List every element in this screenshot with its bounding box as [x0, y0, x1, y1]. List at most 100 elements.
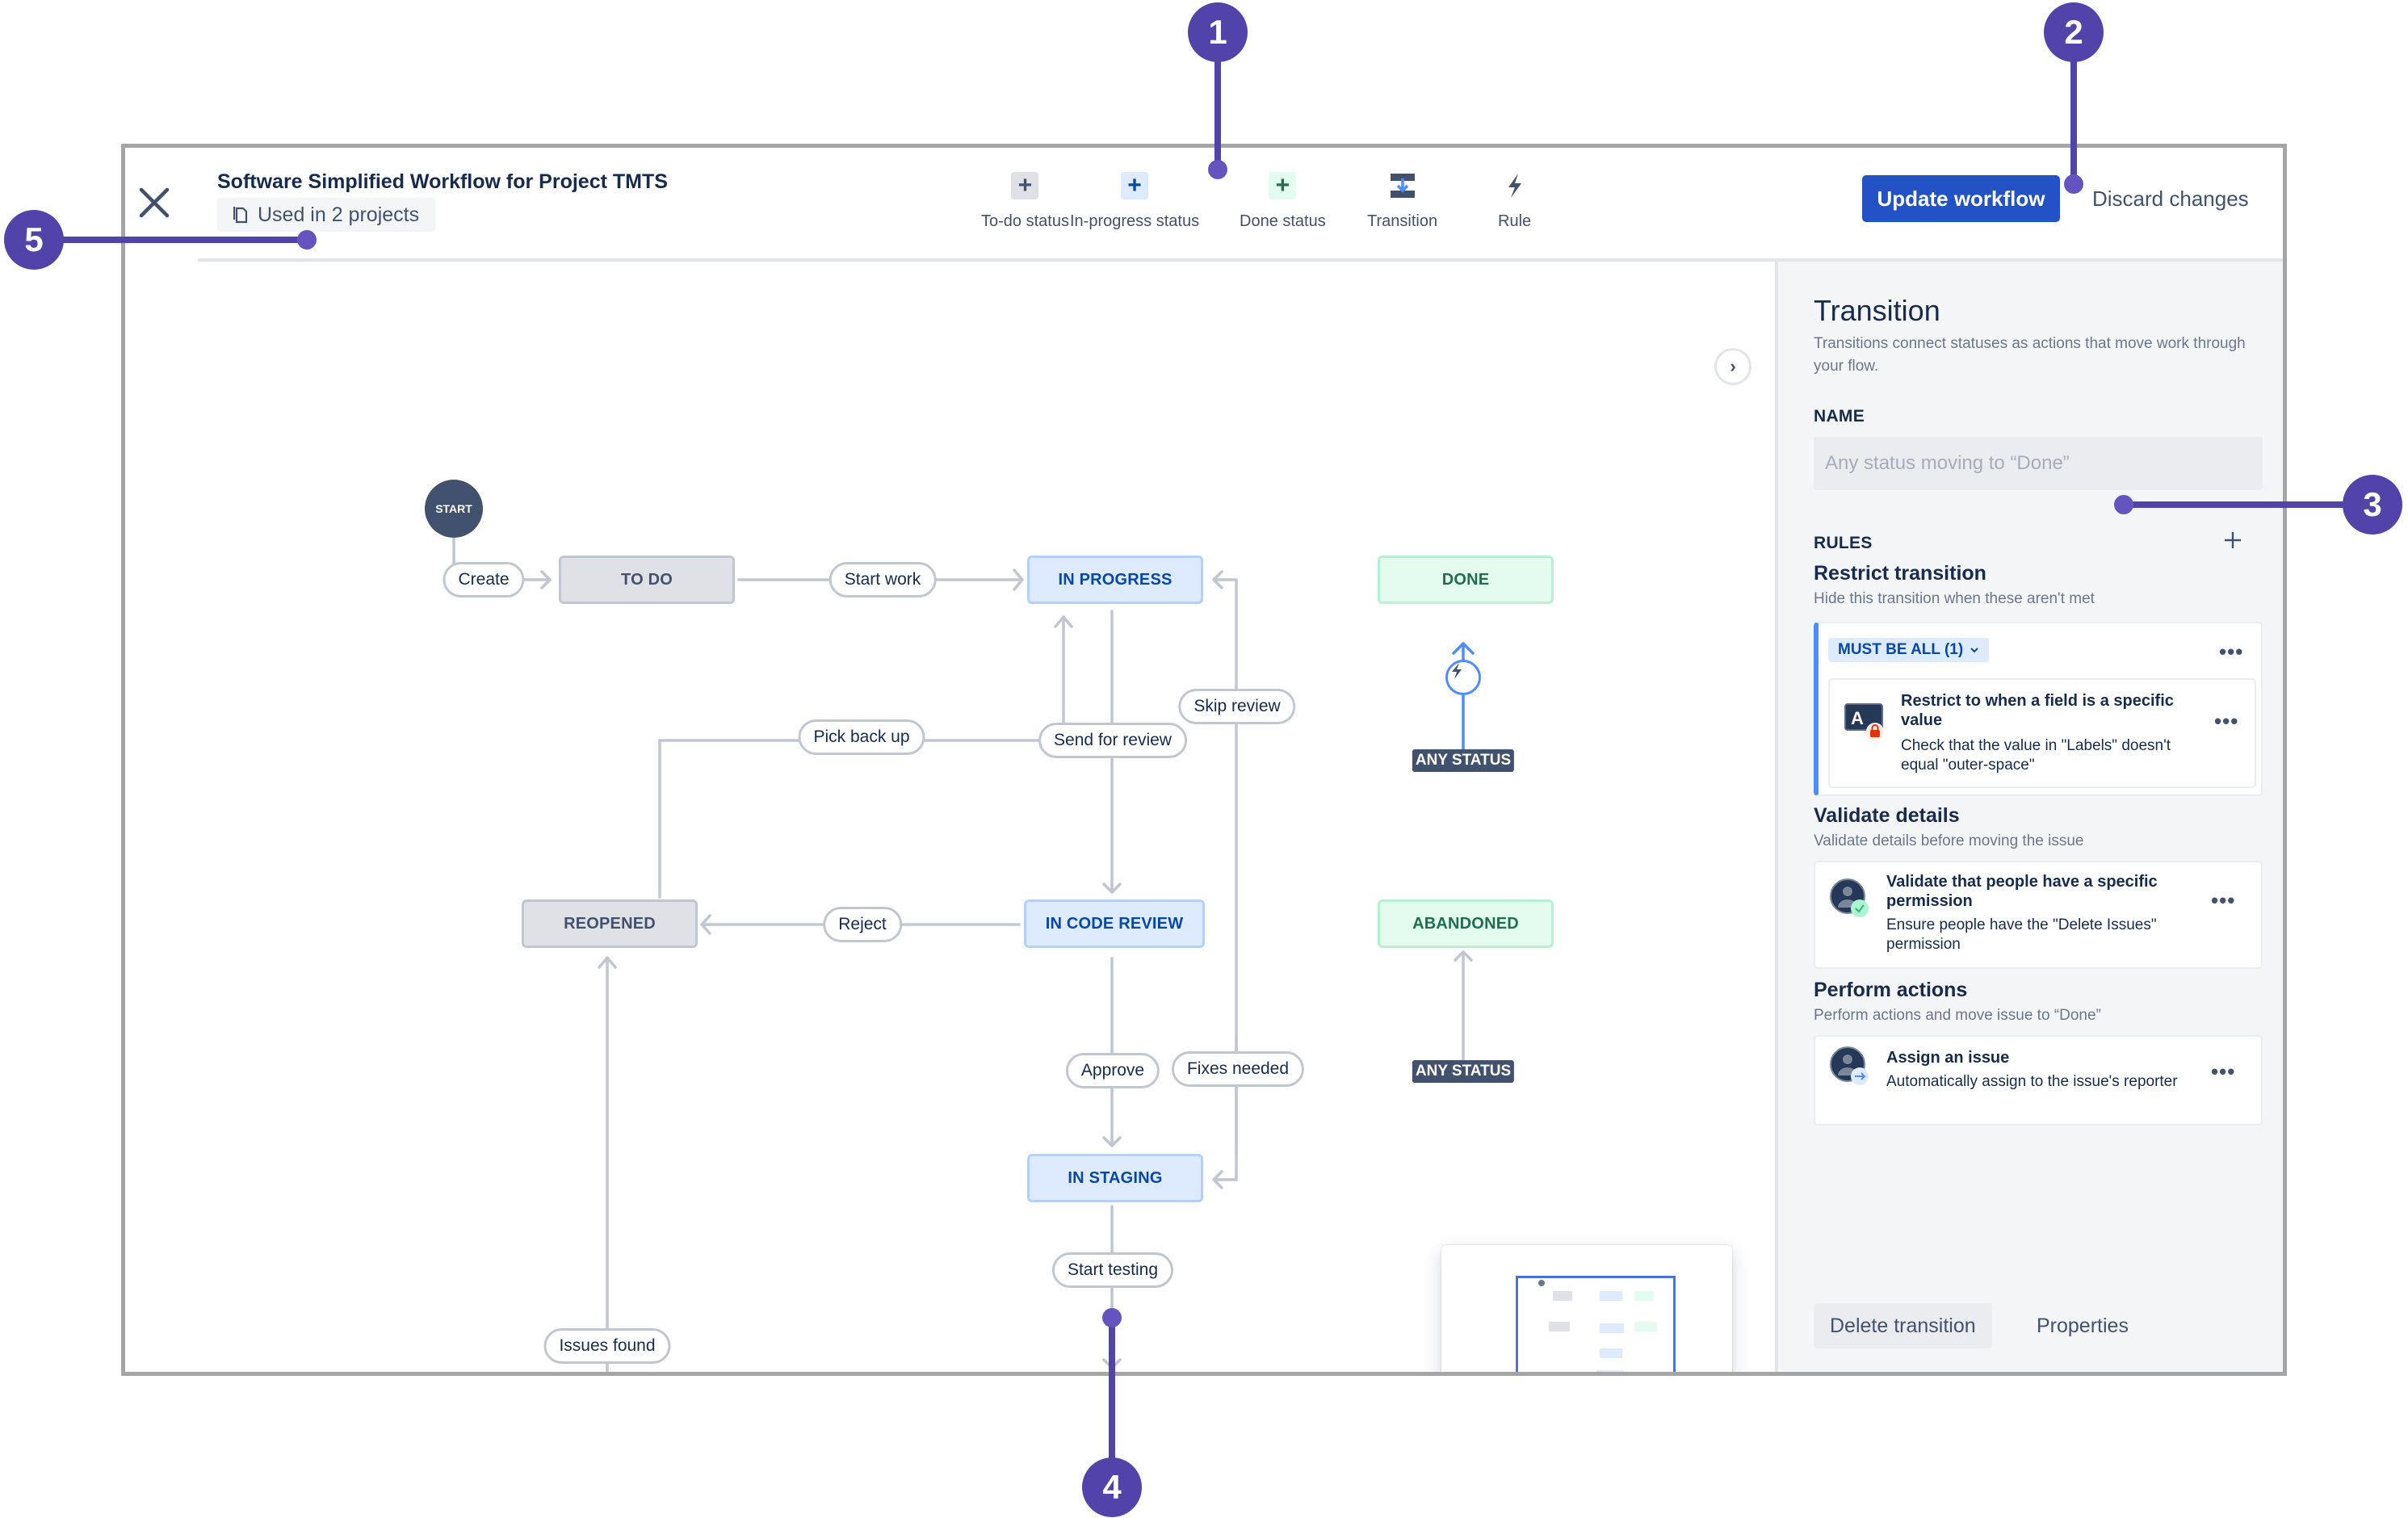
- svg-text:A: A: [1851, 708, 1864, 728]
- callout-5-line: [57, 237, 307, 243]
- validate-rule-title: Validate that people have a specific per…: [1886, 873, 2158, 910]
- discard-changes-button[interactable]: Discard changes: [2092, 175, 2249, 222]
- transition-details-panel: Transition Transitions connect statuses …: [1775, 262, 2283, 1372]
- minimap[interactable]: [1441, 1245, 1732, 1372]
- callout-5: 5: [4, 210, 64, 270]
- perform-action-description: Automatically assign to the issue's repo…: [1886, 1073, 2178, 1090]
- transition-create[interactable]: Create: [443, 562, 525, 598]
- transition-start-work[interactable]: Start work: [829, 562, 937, 598]
- add-rule-plus-button[interactable]: [2224, 526, 2242, 554]
- any-status-to-done[interactable]: ANY STATUS: [1412, 749, 1515, 772]
- delete-transition-button[interactable]: Delete transition: [1814, 1303, 1992, 1348]
- add-transition-button[interactable]: Transition: [1367, 172, 1437, 231]
- lightning-icon: [1452, 663, 1462, 679]
- add-in-progress-status-button[interactable]: + In-progress status: [1070, 172, 1199, 231]
- callout-4-anchor: [1102, 1308, 1122, 1327]
- minimap-node: [1600, 1348, 1622, 1358]
- callout-3-anchor: [2114, 495, 2133, 514]
- transition-start-testing[interactable]: Start testing: [1051, 1252, 1174, 1288]
- minimap-start: [1538, 1280, 1545, 1286]
- add-done-status-button[interactable]: + Done status: [1240, 172, 1326, 231]
- add-done-status-label: Done status: [1240, 212, 1326, 230]
- validate-details-heading: Validate details: [1814, 804, 1960, 827]
- plus-icon: +: [1011, 172, 1039, 199]
- connector-approve: [1102, 957, 1122, 1147]
- status-node-todo[interactable]: TO DO: [559, 556, 735, 604]
- add-todo-status-button[interactable]: + To-do status: [981, 172, 1069, 231]
- plus-icon: +: [1269, 172, 1297, 199]
- callout-1-anchor: [1208, 160, 1227, 179]
- validate-rule-description: Ensure people have the "Delete Issues" p…: [1886, 916, 2157, 953]
- lightning-icon: [1501, 172, 1529, 199]
- minimap-node: [1600, 1323, 1624, 1333]
- perform-actions-heading: Perform actions: [1814, 979, 1968, 1001]
- collapse-panel-button[interactable]: ›: [1714, 348, 1751, 385]
- used-in-projects-label: Used in 2 projects: [258, 203, 420, 226]
- restrict-rule-more-button[interactable]: •••: [2214, 711, 2238, 732]
- must-be-all-dropdown[interactable]: MUST BE ALL (1): [1828, 638, 1990, 662]
- restrict-rule-group: MUST BE ALL (1) ••• A Restrict to when a…: [1814, 622, 2263, 796]
- transition-skip-review[interactable]: Skip review: [1178, 689, 1296, 724]
- callout-4-line: [1109, 1318, 1115, 1463]
- perform-action-more-button[interactable]: •••: [2211, 1061, 2235, 1082]
- restrict-transition-subtitle: Hide this transition when these aren't m…: [1814, 590, 2095, 607]
- status-node-in-code-review[interactable]: IN CODE REVIEW: [1024, 899, 1205, 948]
- used-in-projects-badge[interactable]: Used in 2 projects: [217, 198, 436, 232]
- close-button[interactable]: [136, 185, 172, 220]
- validate-rule-more-button[interactable]: •••: [2211, 890, 2235, 911]
- transition-rule-marker[interactable]: [1445, 660, 1481, 695]
- restrict-rule-card[interactable]: A Restrict to when a field is a specific…: [1828, 678, 2256, 788]
- restrict-transition-heading: Restrict transition: [1814, 562, 1986, 585]
- status-node-in-progress[interactable]: IN PROGRESS: [1027, 556, 1203, 604]
- minimap-node: [1634, 1322, 1657, 1331]
- transition-reject[interactable]: Reject: [823, 907, 902, 942]
- transition-send-for-review[interactable]: Send for review: [1038, 723, 1187, 758]
- chevron-right-icon: ›: [1730, 356, 1736, 376]
- status-node-reopened[interactable]: REOPENED: [522, 899, 698, 948]
- callout-2-anchor: [2064, 174, 2083, 194]
- update-workflow-button[interactable]: Update workflow: [1862, 175, 2060, 222]
- transition-issues-found[interactable]: Issues found: [543, 1328, 671, 1364]
- plus-icon: [2225, 532, 2241, 548]
- transition-fixes-needed[interactable]: Fixes needed: [1171, 1051, 1305, 1087]
- perform-action-title: Assign an issue: [1886, 1049, 2010, 1067]
- connector-any-to-abandoned: [1454, 950, 1473, 1062]
- minimap-node: [1596, 1370, 1624, 1372]
- status-node-done[interactable]: DONE: [1378, 556, 1554, 604]
- start-node: START: [425, 480, 483, 538]
- add-todo-status-label: To-do status: [981, 212, 1069, 230]
- panel-description: Transitions connect statuses as actions …: [1814, 335, 2246, 375]
- callout-5-anchor: [297, 230, 317, 250]
- minimap-node: [1549, 1322, 1570, 1331]
- transition-approve[interactable]: Approve: [1065, 1053, 1160, 1088]
- minimap-node: [1600, 1291, 1622, 1301]
- workflow-editor-window: Software Simplified Workflow for Project…: [121, 144, 2287, 1376]
- transition-pick-back-up[interactable]: Pick back up: [798, 719, 925, 755]
- user-permission-check-icon: [1830, 879, 1869, 917]
- status-node-abandoned[interactable]: ABANDONED: [1378, 899, 1554, 948]
- rules-label: RULES: [1814, 534, 1873, 552]
- add-rule-label: Rule: [1498, 212, 1532, 230]
- status-node-in-staging[interactable]: IN STAGING: [1027, 1154, 1203, 1202]
- validate-rule-card[interactable]: Validate that people have a specific per…: [1814, 861, 2263, 969]
- connector-pick-back-up: [658, 739, 1065, 899]
- callout-1-line: [1214, 48, 1221, 170]
- field-value-lock-icon: A: [1844, 702, 1884, 740]
- transition-name-input[interactable]: [1814, 437, 2263, 490]
- callout-3: 3: [2343, 475, 2402, 535]
- callout-2: 2: [2044, 2, 2104, 62]
- chevron-down-icon: [1970, 648, 1978, 653]
- workflow-canvas[interactable]: START TO DO IN PROGRESS DONE REOPENED IN…: [125, 262, 1775, 1372]
- must-be-all-label: MUST BE ALL (1): [1838, 641, 1964, 658]
- perform-action-card[interactable]: Assign an issue Automatically assign to …: [1814, 1035, 2263, 1126]
- transition-icon: [1389, 172, 1416, 199]
- callout-3-line: [2124, 501, 2350, 508]
- connectors-layer: [452, 537, 1475, 1372]
- assign-user-icon: [1830, 1046, 1869, 1085]
- connector-issues-found: [598, 956, 617, 1372]
- group-more-button[interactable]: •••: [2219, 641, 2243, 662]
- properties-button[interactable]: Properties: [2037, 1303, 2129, 1348]
- any-status-to-abandoned[interactable]: ANY STATUS: [1412, 1060, 1515, 1083]
- add-rule-button[interactable]: Rule: [1498, 172, 1531, 231]
- name-label: NAME: [1814, 407, 1865, 426]
